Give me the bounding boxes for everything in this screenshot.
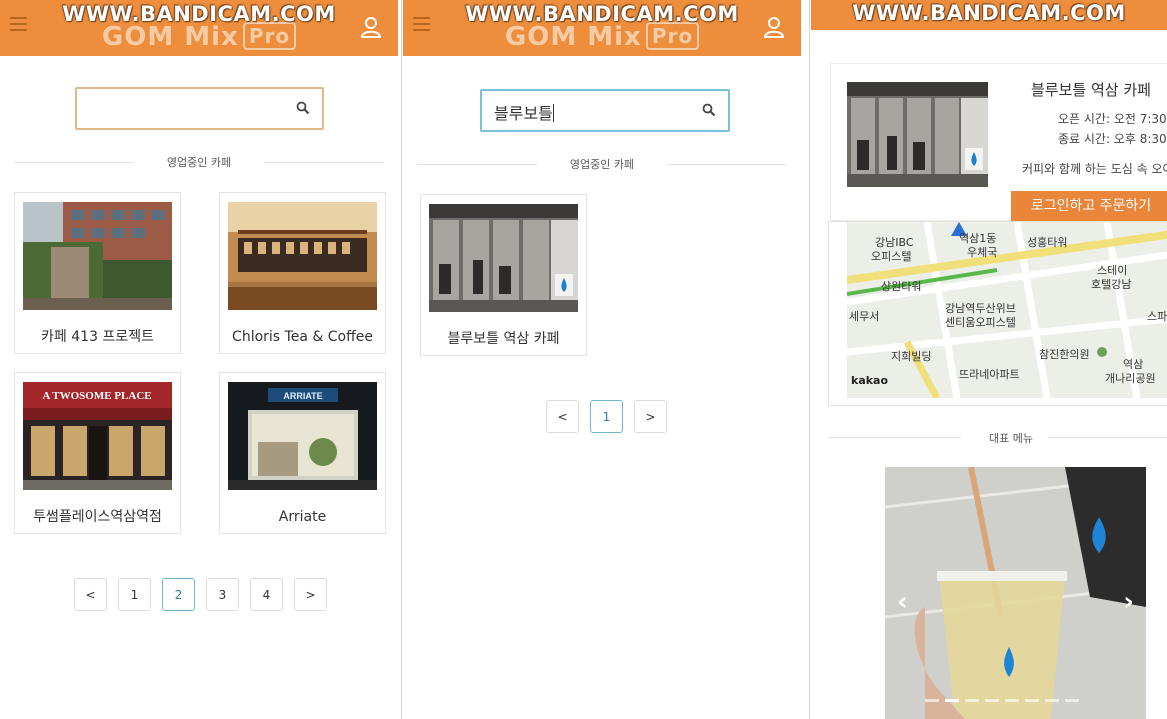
screen-search-results: GOM Mix Pro WWW.BANDICAM.COM 블루보틀 영업중인 카페…: [403, 0, 801, 719]
cafe-name: 카페 413 프로젝트: [41, 329, 154, 345]
search-icon[interactable]: [702, 103, 716, 117]
map-label: 성홍타워: [1027, 236, 1068, 249]
page-button[interactable]: 4: [250, 578, 283, 611]
cafe-name: 투썸플레이스역삼역점: [33, 509, 162, 525]
carousel-dot[interactable]: [1045, 699, 1059, 702]
map-label: 개나리공원: [1105, 372, 1156, 385]
user-icon[interactable]: [360, 15, 382, 39]
close-time: 종료 시간: 오후 8:30: [1058, 132, 1167, 146]
cafe-name: Arriate: [278, 509, 327, 525]
map-label: 참진한의원: [1039, 348, 1090, 361]
map-label: 지희빌딩: [891, 350, 932, 363]
map-label: 뜨라네아파트: [959, 368, 1020, 381]
section-title: 영업중인 카페: [417, 156, 787, 172]
page-button[interactable]: 3: [206, 578, 239, 611]
login-order-button[interactable]: 로그인하고 주문하기: [1011, 191, 1167, 222]
pagination: < 1 2 3 4 >: [74, 578, 327, 611]
prev-page-button[interactable]: <: [74, 578, 107, 611]
carousel-dot[interactable]: [1025, 699, 1039, 702]
page-button-current[interactable]: 2: [162, 578, 195, 611]
panel-divider: [401, 0, 402, 719]
watermark-url: WWW.BANDICAM.COM: [62, 2, 336, 26]
top-bar: GOM Mix Pro WWW.BANDICAM.COM: [0, 0, 398, 56]
top-bar: WWW.BANDICAM.COM: [811, 0, 1167, 30]
location-map[interactable]: 강남IBC 오피스텔 역삼1동 우체국 성홍타워 스테이 호텔강남 상원타워 강…: [847, 222, 1167, 398]
map-label: 호텔강남: [1091, 278, 1132, 291]
search-input[interactable]: 블루보틀: [480, 89, 730, 132]
section-title: 영업중인 카페: [14, 154, 384, 170]
cafe-card[interactable]: 블루보틀 역삼 카페: [420, 194, 587, 356]
cafe-photo: [847, 82, 988, 187]
menu-carousel[interactable]: ‹ ›: [885, 467, 1146, 719]
kakao-logo: kakao: [851, 374, 889, 387]
cafe-card[interactable]: A TWOSOME PLACE 투썸플레이스역삼역점: [14, 372, 181, 534]
search-value: 블루보틀: [494, 104, 554, 123]
carousel-dot-active[interactable]: [945, 699, 959, 702]
search-icon[interactable]: [296, 101, 310, 115]
map-label: 스파르: [1147, 310, 1167, 323]
page-button[interactable]: 1: [118, 578, 151, 611]
watermark-brand: GOM Mix Pro: [403, 22, 801, 52]
carousel-prev-button[interactable]: ‹: [897, 587, 908, 617]
screen-cafe-list: GOM Mix Pro WWW.BANDICAM.COM 영업중인 카페 카페 4…: [0, 0, 398, 719]
panel-divider: [809, 0, 810, 719]
prev-page-button[interactable]: <: [546, 400, 579, 433]
next-page-button[interactable]: >: [294, 578, 327, 611]
map-label: 세무서: [849, 310, 880, 323]
map-card: 강남IBC 오피스텔 역삼1동 우체국 성홍타워 스테이 호텔강남 상원타워 강…: [828, 221, 1167, 406]
search-input[interactable]: [75, 87, 324, 130]
map-label: 센티움오피스텔: [945, 316, 1016, 329]
carousel-dot[interactable]: [965, 699, 979, 702]
cafe-card[interactable]: ARRIATE Arriate: [219, 372, 386, 534]
carousel-dot[interactable]: [985, 699, 999, 702]
user-icon[interactable]: [763, 15, 785, 39]
map-label: 상원타워: [881, 280, 922, 293]
carousel-next-button[interactable]: ›: [1123, 587, 1134, 617]
cafe-photo: A TWOSOME PLACE: [23, 382, 172, 490]
cafe-name: 블루보틀 역삼 카페: [447, 331, 560, 347]
next-page-button[interactable]: >: [634, 400, 667, 433]
watermark-url: WWW.BANDICAM.COM: [465, 2, 739, 26]
screen-cafe-detail: WWW.BANDICAM.COM 블루보틀 역삼 카페 오픈 시간: 오전 7:…: [811, 0, 1167, 719]
cafe-name: Chloris Tea & Coffee: [232, 329, 373, 345]
cafe-photo: [228, 202, 377, 310]
cafe-title: 블루보틀 역삼 카페: [1031, 81, 1151, 99]
map-label: 오피스텔: [871, 250, 912, 263]
top-bar: GOM Mix Pro WWW.BANDICAM.COM: [403, 0, 801, 56]
cafe-card[interactable]: Chloris Tea & Coffee: [219, 192, 386, 354]
cafe-card[interactable]: 카페 413 프로젝트: [14, 192, 181, 354]
storefront-sign: ARRIATE: [283, 391, 322, 401]
pagination: < 1 >: [546, 400, 667, 433]
map-label: 우체국: [967, 246, 998, 259]
watermark-brand: GOM Mix Pro: [0, 22, 398, 52]
cafe-photo: ARRIATE: [228, 382, 377, 490]
carousel-dot[interactable]: [1065, 699, 1079, 702]
carousel-indicators: [925, 699, 1079, 702]
open-time: 오픈 시간: 오전 7:30: [1058, 112, 1167, 126]
section-title: 대표 메뉴: [828, 429, 1167, 445]
storefront-sign: A TWOSOME PLACE: [42, 390, 151, 402]
cafe-description: 커피와 함께 하는 도심 속 오아시: [1022, 162, 1167, 176]
carousel-dot[interactable]: [1005, 699, 1019, 702]
cafe-photo: [429, 204, 578, 312]
carousel-dot[interactable]: [925, 699, 939, 702]
cafe-photo: [23, 202, 172, 310]
watermark-url: WWW.BANDICAM.COM: [852, 1, 1126, 25]
page-button-current[interactable]: 1: [590, 400, 623, 433]
